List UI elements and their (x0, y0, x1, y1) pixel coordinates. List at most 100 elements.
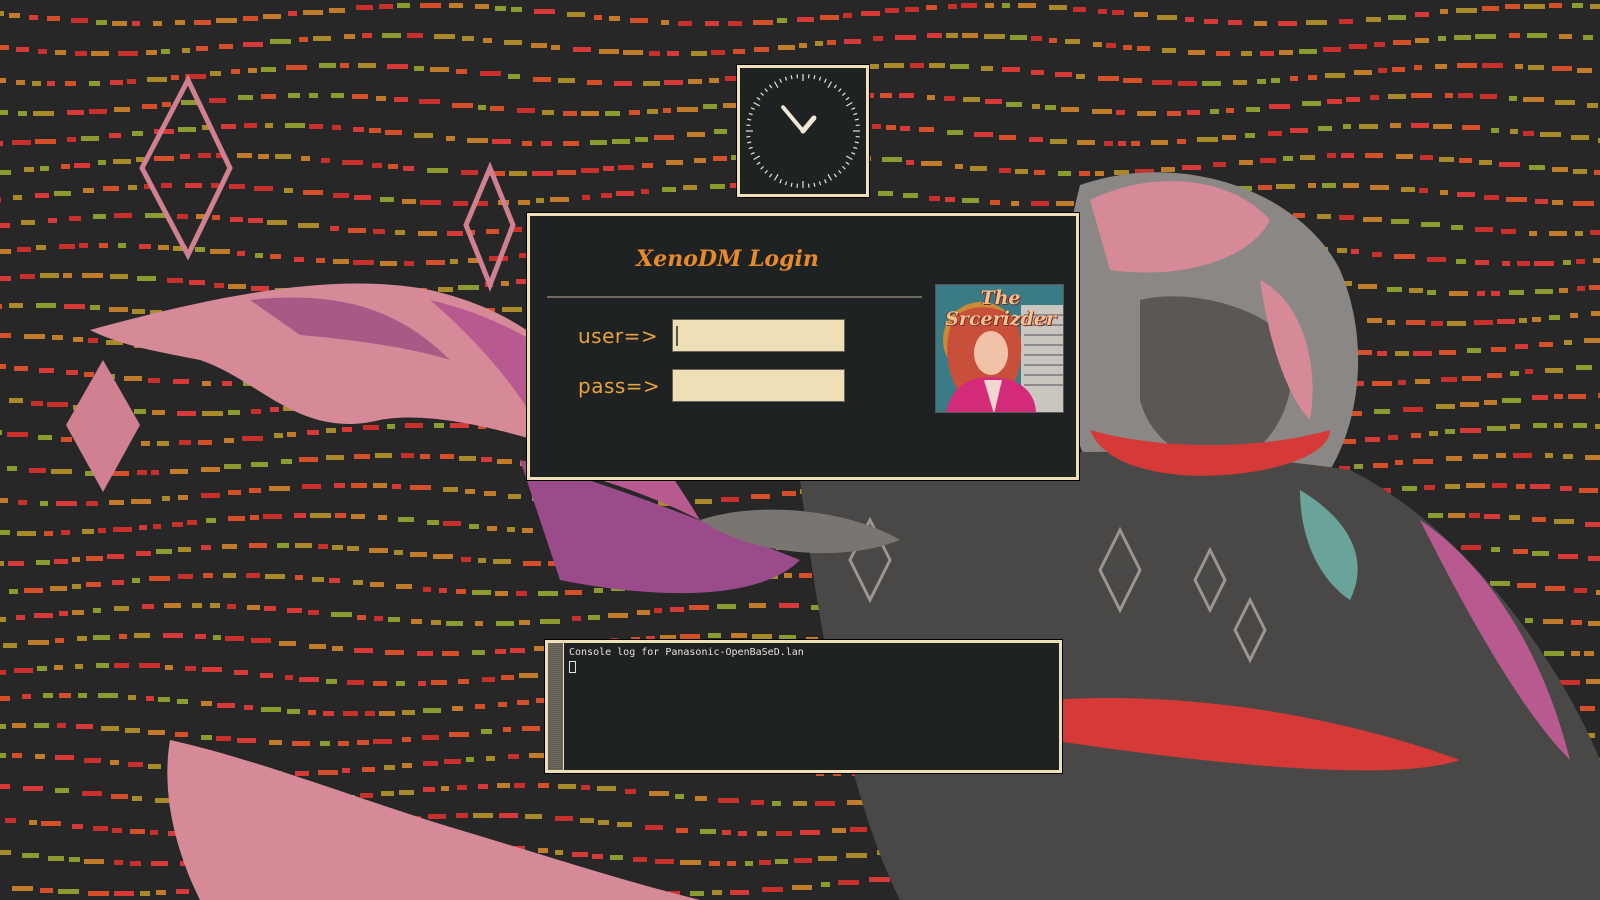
wallpaper-dash (246, 573, 260, 578)
wallpaper-dash (213, 635, 221, 640)
wallpaper-dash (1271, 78, 1280, 83)
wallpaper-dash (900, 126, 910, 131)
wallpaper-dash (9, 589, 18, 594)
wallpaper-dash (114, 663, 129, 668)
wallpaper-dash (401, 453, 414, 458)
wallpaper-dash (1031, 36, 1042, 41)
wallpaper-dash (1440, 190, 1448, 195)
console-scrollbar[interactable] (548, 643, 564, 770)
wallpaper-dash (946, 33, 958, 38)
wallpaper-dash (1178, 81, 1197, 86)
wallpaper-dash (1445, 429, 1455, 434)
wallpaper-dash (162, 102, 171, 107)
wallpaper-dash (475, 4, 489, 9)
wallpaper-dash (1516, 484, 1525, 489)
wallpaper-dash (194, 20, 211, 25)
wallpaper-dash (0, 498, 8, 503)
wallpaper-dash (550, 197, 569, 202)
wallpaper-dash (709, 78, 719, 83)
wallpaper-dash (1509, 33, 1520, 38)
wallpaper-dash (420, 3, 441, 8)
wallpaper-dash (1585, 522, 1600, 527)
wallpaper-dash (1308, 183, 1316, 188)
wallpaper-dash (9, 13, 20, 18)
wallpaper-dash (1378, 68, 1387, 73)
wallpaper-dash (89, 109, 107, 114)
wallpaper-dash (63, 273, 72, 278)
wallpaper-dash (1545, 368, 1563, 373)
wallpaper-dash (961, 3, 977, 8)
wallpaper-dash (926, 5, 937, 10)
wallpaper-dash (0, 333, 11, 338)
wallpaper-dash (210, 603, 220, 608)
wallpaper-dash (426, 260, 445, 265)
wallpaper-dash (1073, 7, 1086, 12)
wallpaper-dash (572, 616, 581, 621)
username-input[interactable] (672, 319, 845, 352)
wallpaper-dash (388, 617, 400, 622)
wallpaper-dash (1591, 311, 1600, 316)
wallpaper-dash (1593, 258, 1600, 263)
wallpaper-dash (130, 829, 145, 834)
wallpaper-dash (1032, 104, 1040, 109)
wallpaper-dash (66, 370, 78, 375)
wallpaper-dash (402, 710, 415, 715)
wallpaper-dash (12, 886, 33, 891)
wallpaper-dash (1527, 33, 1547, 38)
wallpaper-dash (738, 831, 747, 836)
wallpaper-dash (1584, 651, 1594, 656)
clock-tick (750, 107, 755, 110)
wallpaper-dash (112, 828, 122, 833)
wallpaper-dash (158, 697, 170, 702)
wallpaper-dash (1535, 289, 1553, 294)
wallpaper-dash (492, 139, 511, 144)
wallpaper-dash (981, 66, 993, 71)
wallpaper-dash (1327, 99, 1342, 104)
wallpaper-dash (649, 791, 669, 796)
wallpaper-dash (329, 578, 340, 583)
wallpaper-dash (145, 213, 166, 218)
wallpaper-dash (555, 816, 573, 821)
wallpaper-dash (392, 484, 401, 489)
wallpaper-dash (249, 488, 261, 493)
wallpaper-dash (1354, 464, 1363, 469)
wallpaper-dash (72, 584, 81, 589)
wallpaper-dash (731, 633, 747, 638)
avatar-caption-line1: The (980, 287, 1021, 309)
clock-tick (779, 78, 782, 83)
wallpaper-dash (1554, 519, 1574, 524)
wallpaper-dash (438, 287, 453, 292)
wallpaper-dash (1403, 407, 1423, 412)
wallpaper-dash (690, 891, 704, 896)
password-input[interactable] (672, 369, 845, 402)
wallpaper-dash (481, 457, 492, 462)
wallpaper-dash (147, 77, 167, 82)
wallpaper-dash (1496, 453, 1506, 458)
wallpaper-dash (109, 307, 128, 312)
wallpaper-dash (1152, 80, 1172, 85)
wallpaper-dash (643, 81, 660, 86)
wallpaper-dash (24, 334, 45, 339)
wallpaper-dash (587, 80, 602, 85)
wallpaper-dash (695, 796, 707, 801)
wallpaper-dash (217, 703, 235, 708)
wallpaper-dash (751, 494, 770, 499)
wallpaper-dash (517, 700, 529, 705)
wallpaper-dash (456, 589, 466, 594)
wallpaper-dash (869, 877, 890, 882)
wallpaper-dash (65, 81, 76, 86)
wallpaper-dash (31, 401, 43, 406)
wallpaper-dash (667, 51, 679, 56)
wallpaper-dash (309, 93, 318, 98)
wallpaper-dash (16, 80, 25, 85)
wallpaper-dash (478, 105, 486, 110)
wallpaper-dash (354, 648, 373, 653)
wallpaper-dash (683, 185, 697, 190)
wallpaper-dash (1228, 20, 1242, 25)
wallpaper-dash (1458, 93, 1473, 98)
wallpaper-dash (461, 557, 471, 562)
wallpaper-dash (1584, 338, 1600, 343)
wallpaper-dash (1349, 44, 1367, 49)
wallpaper-dash (39, 368, 54, 373)
wallpaper-dash (452, 103, 473, 108)
